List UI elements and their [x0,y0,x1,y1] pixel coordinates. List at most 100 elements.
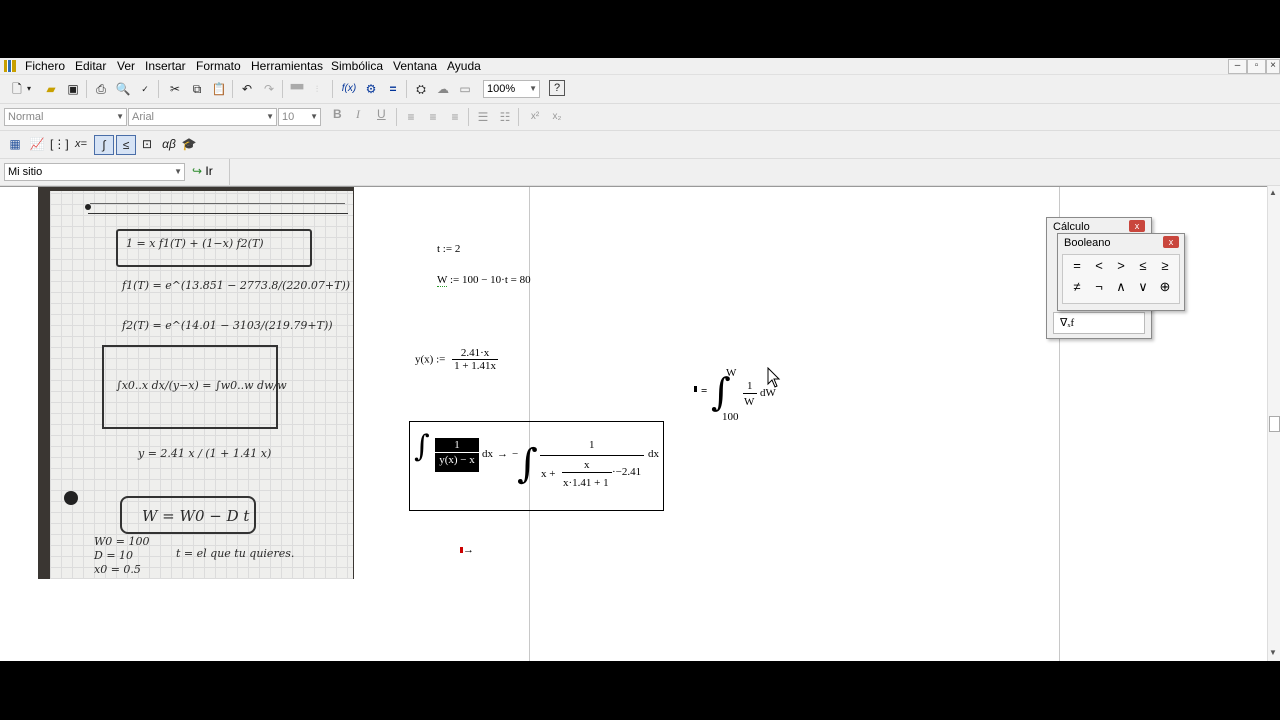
placeholder[interactable] [694,386,697,392]
gradient-button[interactable]: ∇ₓf [1053,312,1145,334]
close-button[interactable]: × [1266,59,1280,74]
preview-icon[interactable]: 🔍 [114,80,132,98]
w-frac-numerator: 1 [747,380,753,392]
dx-label: dx [482,448,493,460]
print-icon[interactable]: ⎙ [92,80,110,98]
superscript-icon[interactable]: x² [526,108,544,126]
calculus-palette-close-button[interactable]: x [1129,220,1145,232]
app-icon[interactable] [4,60,16,72]
menu-ventana[interactable]: Ventana [393,59,437,73]
integral-region[interactable]: ∫ 1 y(x) − x dx → − ∫ 1 x + x x·1.41 + 1… [409,421,664,511]
menu-formato[interactable]: Formato [196,59,241,73]
undo-icon[interactable]: ↶ [238,80,256,98]
size-select[interactable]: 10 ▼ [278,108,321,126]
notebook-line: x0 = 0.5 [94,563,141,576]
go-arrow-icon: ↪ [192,164,203,178]
go-label: Ir [205,164,213,178]
w-integral-equals: = [701,385,708,397]
redo-icon[interactable]: ↷ [260,80,278,98]
rhs-numerator: 1 [589,439,595,451]
paste-icon[interactable]: 📋 [210,80,228,98]
component-icon[interactable]: ⛭ [412,80,430,98]
spellcheck-icon[interactable]: ✓ [136,80,154,98]
rhs-den-a: x + [541,468,556,480]
minimize-button[interactable]: – [1228,59,1247,74]
w-variable: W [437,274,448,287]
help-icon[interactable]: ? [549,80,565,96]
graph-toolbar-icon[interactable]: 📈 [28,135,46,153]
menu-editar[interactable]: Editar [75,59,106,73]
selected-expression[interactable]: 1 y(x) − x [435,438,479,472]
zoom-select[interactable]: 100% ▼ [483,80,540,98]
scroll-down-icon[interactable]: ▼ [1269,648,1277,657]
worksheet[interactable]: 1 = x f1(T) + (1−x) f2(T) f1(T) = e^(13.… [0,186,1268,661]
cut-icon[interactable]: ✂ [166,80,184,98]
boolean-toolbar-icon[interactable]: ≤ [116,135,136,155]
site-select[interactable]: Mi sitio ▼ [4,163,185,181]
save-icon[interactable]: ▣ [64,80,82,98]
chevron-down-icon: ▼ [174,167,182,176]
resource-icon[interactable]: ☁ [434,80,452,98]
greater-than-button[interactable]: > [1111,257,1131,275]
font-value: Arial [132,111,155,123]
align-left-icon[interactable]: ≡ [402,108,420,126]
copy-icon[interactable]: ⧉ [188,80,206,98]
evaluation-toolbar-icon[interactable]: x= [72,135,90,153]
numbering-icon[interactable]: ☷ [496,108,514,126]
empty-symbolic-eval[interactable]: → [460,544,474,556]
align-center-icon[interactable]: ≡ [424,108,442,126]
and-button[interactable]: ∧ [1111,278,1131,296]
greater-equal-button[interactable]: ≥ [1155,257,1175,275]
vertical-scrollbar[interactable]: ▲ ▼ [1267,186,1280,661]
style-select[interactable]: Normal ▼ [4,108,127,126]
xor-button[interactable]: ⊕ [1155,278,1175,296]
menu-fichero[interactable]: Fichero [25,59,65,73]
symbolic-toolbar-icon[interactable]: 🎓 [180,135,198,153]
notebook-photo[interactable]: 1 = x f1(T) + (1−x) f2(T) f1(T) = e^(13.… [38,187,354,579]
calculator-toolbar-icon[interactable]: ▦ [6,135,24,153]
menu-ayuda[interactable]: Ayuda [447,59,481,73]
insert-unit-icon[interactable]: ⚙ [362,80,380,98]
less-equal-button[interactable]: ≤ [1133,257,1153,275]
w-definition[interactable]: W := 100 − 10·t = 80 [437,274,531,287]
less-than-button[interactable]: < [1089,257,1109,275]
underline-button[interactable]: U [377,107,386,121]
align-bottom-icon[interactable]: ⫶ [308,80,326,98]
or-button[interactable]: ∨ [1133,278,1153,296]
align-right-icon[interactable]: ≡ [446,108,464,126]
boolean-palette[interactable]: Booleano x = < > ≤ ≥ ≠ ¬ ∧ ∨ ⊕ [1057,233,1185,311]
scroll-thumb[interactable] [1269,416,1280,432]
menu-insertar[interactable]: Insertar [145,59,186,73]
notebook-line: f2(T) = e^(14.01 − 3103/(219.79+T)) [122,319,333,332]
calculus-toolbar-icon[interactable]: ∫ [94,135,114,155]
italic-button[interactable]: I [356,107,360,122]
align-top-icon[interactable]: ▀▀ [288,80,306,98]
insert-function-icon[interactable]: f(x) [340,80,358,98]
region-icon[interactable]: ▭ [456,80,474,98]
bullets-icon[interactable]: ☰ [474,108,492,126]
menu-simbolica[interactable]: Simbólica [331,59,383,73]
not-equal-button[interactable]: ≠ [1067,278,1087,296]
boolean-palette-close-button[interactable]: x [1163,236,1179,248]
font-select[interactable]: Arial ▼ [128,108,277,126]
y-definition[interactable]: y(x) := 2.41·x 1 + 1.41x [415,347,499,372]
programming-toolbar-icon[interactable]: ⊡ [138,135,156,153]
matrix-toolbar-icon[interactable]: [⋮] [50,135,69,153]
scroll-up-icon[interactable]: ▲ [1269,188,1277,197]
menu-ver[interactable]: Ver [117,59,135,73]
subscript-icon[interactable]: x₂ [548,108,566,126]
menu-herramientas[interactable]: Herramientas [251,59,323,73]
go-button[interactable]: ↪ Ir [192,164,213,178]
bold-button[interactable]: B [333,107,342,121]
lhs-denominator: y(x) − x [439,454,475,466]
new-dropdown-icon[interactable]: ▾ [24,80,34,98]
greek-toolbar-icon[interactable]: αβ [160,135,178,153]
t-definition[interactable]: t := 2 [437,243,460,255]
restore-button[interactable]: ▫ [1247,59,1266,74]
not-button[interactable]: ¬ [1089,278,1109,296]
calculate-icon[interactable]: = [384,80,402,98]
equal-button[interactable]: = [1067,257,1087,275]
open-icon[interactable]: ▰ [42,80,60,98]
rhs-inner-numerator: x [584,459,590,471]
punch-hole [85,204,91,210]
